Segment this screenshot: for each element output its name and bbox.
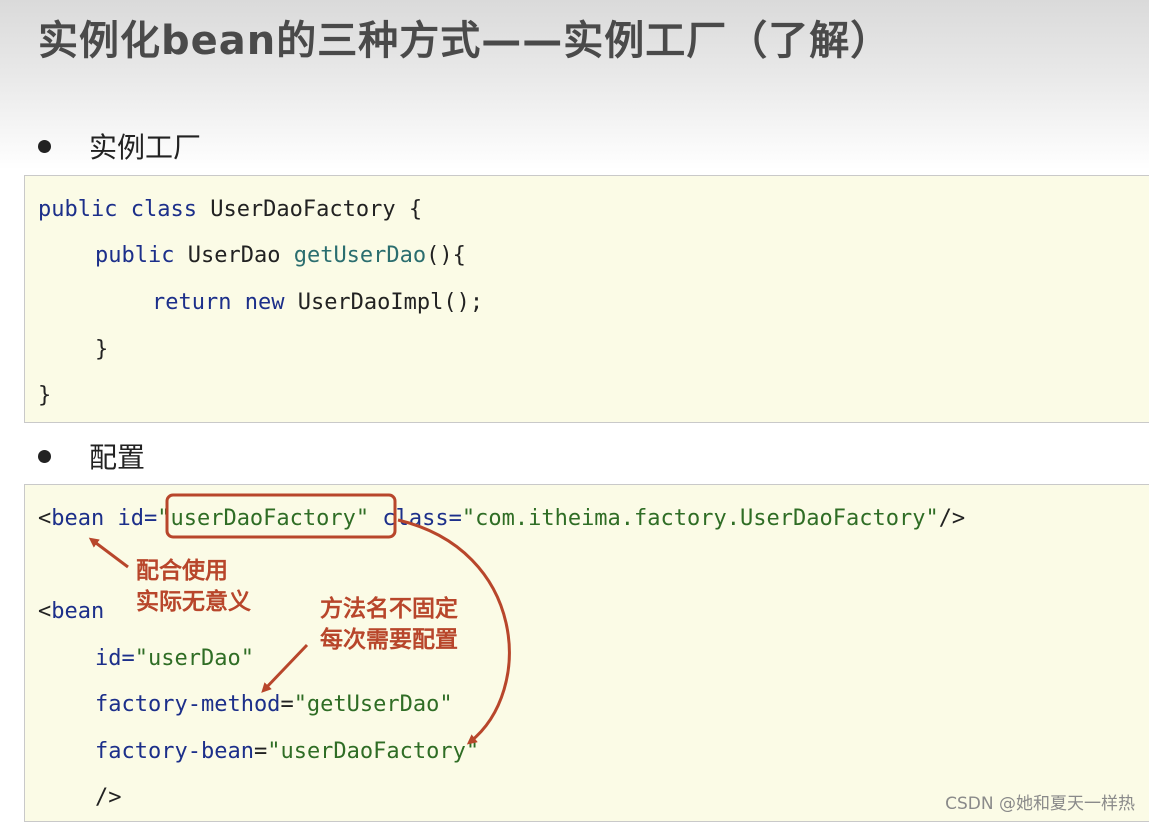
- arrow-to-bean-tag: [88, 537, 129, 569]
- arrow-to-factory-method: [261, 643, 309, 693]
- highlight-box: [165, 493, 397, 539]
- annotation-note-1: 配合使用 实际无意义: [136, 556, 251, 618]
- annotation-note-2: 方法名不固定 每次需要配置: [320, 594, 458, 656]
- annotation-line: 实际无意义: [136, 589, 251, 615]
- annotation-line: 方法名不固定: [320, 596, 458, 622]
- annotation-overlay: [88, 493, 511, 745]
- watermark: CSDN @她和夏天一样热: [945, 794, 1135, 814]
- annotation-line: 每次需要配置: [320, 627, 458, 653]
- annotation-line: 配合使用: [136, 558, 228, 584]
